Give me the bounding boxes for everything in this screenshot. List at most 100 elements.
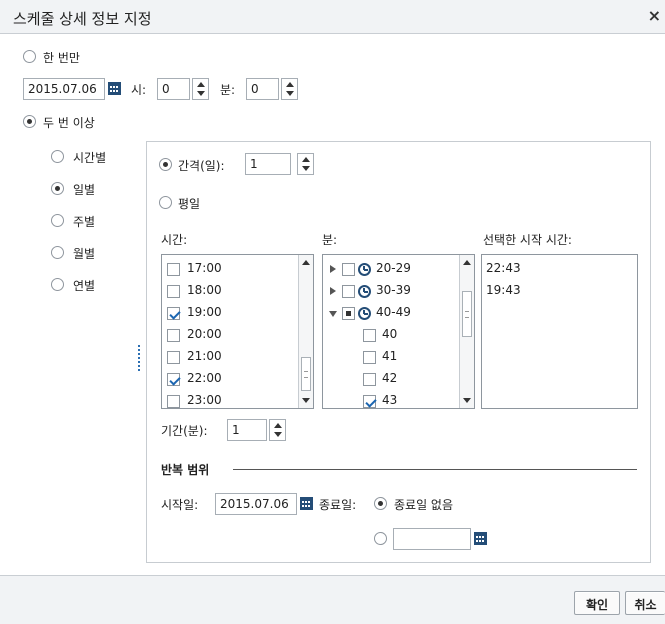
hours-list[interactable]: 17:00 18:00 19:00 20:00 21:00 22:00 23:0… bbox=[161, 254, 314, 409]
dialog-footer: 확인 취소 bbox=[0, 575, 665, 624]
once-date-input[interactable]: 2015.07.06 bbox=[23, 78, 105, 100]
tree-node[interactable]: 30-39 bbox=[323, 280, 460, 302]
clock-icon bbox=[358, 307, 371, 320]
minute-group-checkbox[interactable] bbox=[342, 307, 355, 320]
frequency-label: 연별 bbox=[73, 279, 96, 293]
scroll-thumb[interactable] bbox=[301, 357, 311, 391]
frequency-label: 월별 bbox=[73, 247, 96, 261]
list-item[interactable]: 22:43 bbox=[482, 258, 632, 280]
selected-times-list[interactable]: 22:43 19:43 bbox=[481, 254, 638, 409]
minute-label: 분: bbox=[220, 83, 236, 97]
duration-input[interactable]: 1 bbox=[227, 419, 267, 441]
scroll-up-icon[interactable] bbox=[461, 257, 473, 269]
hours-scrollbar[interactable] bbox=[298, 255, 313, 408]
expand-icon[interactable] bbox=[330, 265, 336, 273]
list-item[interactable]: 21:00 bbox=[162, 346, 299, 368]
end-date-radio[interactable] bbox=[374, 532, 387, 545]
end-date-input[interactable] bbox=[393, 528, 471, 550]
end-date-label: 종료일: bbox=[319, 498, 357, 512]
once-label: 한 번만 bbox=[43, 51, 80, 65]
start-date-input[interactable]: 2015.07.06 bbox=[215, 493, 297, 515]
hour-checkbox[interactable] bbox=[167, 307, 180, 320]
list-item[interactable]: 20:00 bbox=[162, 324, 299, 346]
hour-checkbox[interactable] bbox=[167, 329, 180, 342]
interval-spinner[interactable] bbox=[297, 153, 314, 175]
minute-group-checkbox[interactable] bbox=[342, 263, 355, 276]
frequency-radio-weekly[interactable] bbox=[51, 214, 64, 227]
splitter-handle[interactable] bbox=[138, 345, 140, 371]
clock-icon bbox=[358, 285, 371, 298]
minute-input[interactable]: 0 bbox=[246, 78, 279, 100]
no-end-date-label: 종료일 없음 bbox=[394, 498, 454, 512]
close-icon[interactable]: × bbox=[648, 6, 661, 25]
no-end-date-radio[interactable] bbox=[374, 497, 387, 510]
minute-checkbox[interactable] bbox=[363, 373, 376, 386]
dialog-title: 스케줄 상세 정보 지정 bbox=[13, 10, 152, 28]
minute-checkbox[interactable] bbox=[363, 395, 376, 408]
minute-checkbox[interactable] bbox=[363, 351, 376, 364]
daily-options-panel: 간격(일): 1 평일 시간: 분: 선택한 시작 시간: 17:00 18:0… bbox=[146, 141, 651, 563]
hour-input[interactable]: 0 bbox=[157, 78, 190, 100]
minute-group-checkbox[interactable] bbox=[342, 285, 355, 298]
hours-label: 시간: bbox=[161, 233, 188, 247]
scroll-down-icon[interactable] bbox=[300, 394, 312, 406]
duration-label: 기간(분): bbox=[161, 424, 208, 438]
hour-checkbox[interactable] bbox=[167, 351, 180, 364]
scroll-thumb[interactable] bbox=[462, 291, 472, 337]
frequency-label: 주별 bbox=[73, 215, 96, 229]
section-divider bbox=[233, 469, 637, 470]
hour-checkbox[interactable] bbox=[167, 395, 180, 408]
ok-button[interactable]: 확인 bbox=[574, 591, 620, 615]
interval-label: 간격(일): bbox=[178, 159, 225, 173]
multiple-radio[interactable] bbox=[23, 115, 36, 128]
list-item[interactable]: 41 bbox=[323, 346, 460, 368]
calendar-icon[interactable] bbox=[300, 497, 313, 510]
weekday-label: 평일 bbox=[178, 197, 201, 211]
calendar-icon[interactable] bbox=[108, 82, 121, 95]
hour-label: 시: bbox=[131, 83, 147, 97]
dialog-titlebar: 스케줄 상세 정보 지정 × bbox=[0, 0, 665, 34]
list-item[interactable]: 22:00 bbox=[162, 368, 299, 390]
expand-icon[interactable] bbox=[330, 287, 336, 295]
multiple-label: 두 번 이상 bbox=[43, 116, 95, 130]
list-item[interactable]: 40 bbox=[323, 324, 460, 346]
minutes-scrollbar[interactable] bbox=[459, 255, 474, 408]
list-item[interactable]: 23:00 bbox=[162, 390, 299, 408]
list-item[interactable]: 18:00 bbox=[162, 280, 299, 302]
list-item[interactable]: 19:43 bbox=[482, 280, 632, 302]
repeat-range-heading: 반복 범위 bbox=[161, 463, 210, 477]
interval-input[interactable]: 1 bbox=[245, 153, 291, 175]
frequency-label: 시간별 bbox=[73, 151, 107, 165]
duration-spinner[interactable] bbox=[269, 419, 286, 441]
frequency-radio-hourly[interactable] bbox=[51, 150, 64, 163]
hour-checkbox[interactable] bbox=[167, 373, 180, 386]
frequency-radio-yearly[interactable] bbox=[51, 278, 64, 291]
scroll-down-icon[interactable] bbox=[461, 394, 473, 406]
hour-checkbox[interactable] bbox=[167, 263, 180, 276]
tree-node[interactable]: 20-29 bbox=[323, 258, 460, 280]
minutes-label: 분: bbox=[322, 233, 338, 247]
once-radio[interactable] bbox=[23, 50, 36, 63]
frequency-radio-daily[interactable] bbox=[51, 182, 64, 195]
selected-times-label: 선택한 시작 시간: bbox=[483, 233, 572, 247]
list-item[interactable]: 17:00 bbox=[162, 258, 299, 280]
weekday-radio[interactable] bbox=[159, 196, 172, 209]
hour-checkbox[interactable] bbox=[167, 285, 180, 298]
collapse-icon[interactable] bbox=[329, 311, 337, 317]
minute-checkbox[interactable] bbox=[363, 329, 376, 342]
list-item[interactable]: 19:00 bbox=[162, 302, 299, 324]
calendar-icon[interactable] bbox=[474, 532, 487, 545]
list-item[interactable]: 42 bbox=[323, 368, 460, 390]
frequency-label: 일별 bbox=[73, 183, 96, 197]
cancel-button[interactable]: 취소 bbox=[625, 591, 665, 615]
minutes-tree[interactable]: 20-29 30-39 40-49 40 41 42 43 bbox=[322, 254, 475, 409]
list-item[interactable]: 43 bbox=[323, 390, 460, 408]
minute-spinner[interactable] bbox=[281, 78, 298, 100]
interval-radio[interactable] bbox=[159, 158, 172, 171]
frequency-radio-monthly[interactable] bbox=[51, 246, 64, 259]
clock-icon bbox=[358, 263, 371, 276]
hour-spinner[interactable] bbox=[192, 78, 209, 100]
scroll-up-icon[interactable] bbox=[300, 257, 312, 269]
start-date-label: 시작일: bbox=[161, 498, 199, 512]
tree-node[interactable]: 40-49 bbox=[323, 302, 460, 324]
